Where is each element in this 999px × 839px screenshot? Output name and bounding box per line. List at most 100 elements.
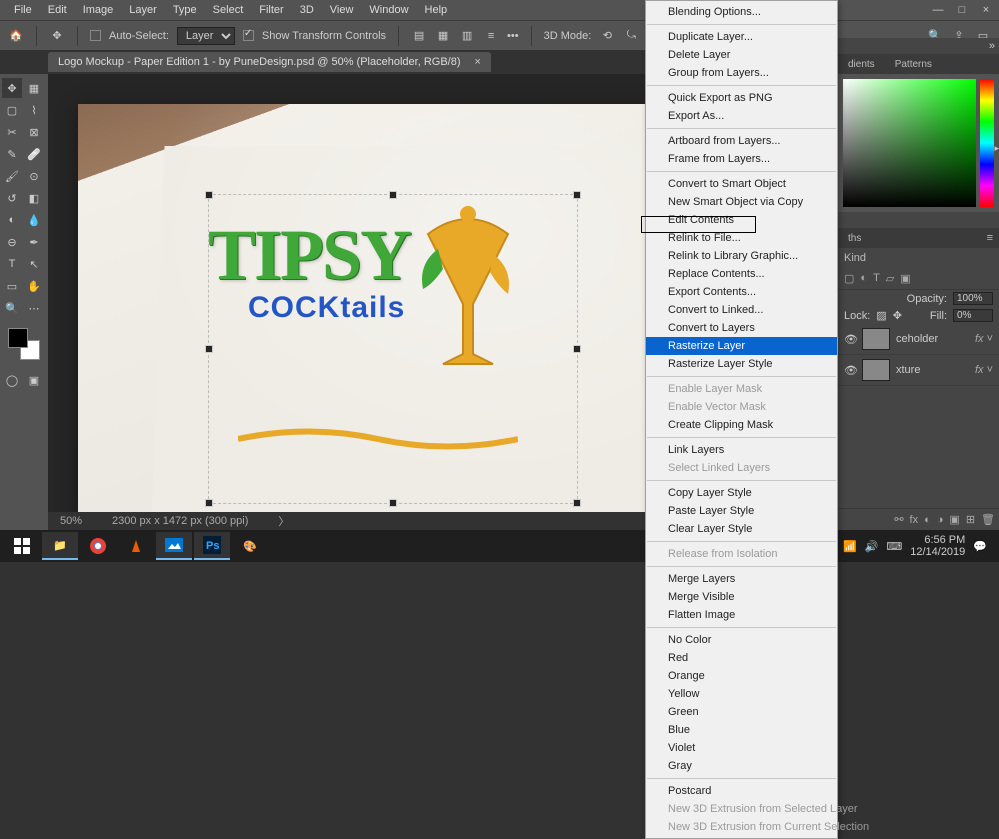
ctx-postcard[interactable]: Postcard — [646, 782, 837, 800]
ctx-blending-options[interactable]: Blending Options... — [646, 3, 837, 21]
ctx-no-color[interactable]: No Color — [646, 631, 837, 649]
layer-fx-icon[interactable]: fx ˅ — [975, 364, 993, 376]
ctx-rasterize-layer[interactable]: Rasterize Layer — [646, 337, 837, 355]
document-canvas[interactable]: TIPSY COCKtails — [78, 104, 658, 530]
menu-view[interactable]: View — [322, 2, 362, 18]
opacity-input[interactable] — [953, 292, 993, 305]
ctx-orange[interactable]: Orange — [646, 667, 837, 685]
ctx-flatten-image[interactable]: Flatten Image — [646, 606, 837, 624]
pen-tool[interactable]: ✒ — [24, 232, 44, 252]
transform-handle-tm[interactable] — [389, 191, 397, 199]
hand-tool[interactable]: ✋ — [24, 276, 44, 296]
filter-smart-icon[interactable]: ▣ — [900, 272, 910, 285]
ctx-frame-from-layers[interactable]: Frame from Layers... — [646, 150, 837, 168]
artboard-tool[interactable]: ▦ — [24, 78, 44, 98]
home-icon[interactable]: 🏠 — [8, 28, 24, 44]
new-fill-icon[interactable]: ◑ — [937, 514, 944, 526]
ctx-replace-contents[interactable]: Replace Contents... — [646, 265, 837, 283]
ctx-convert-to-layers[interactable]: Convert to Layers — [646, 319, 837, 337]
more-align-icon[interactable]: ••• — [507, 30, 519, 42]
align-right-icon[interactable]: ▥ — [459, 28, 475, 44]
file-explorer-taskbar[interactable]: 📁 — [42, 532, 78, 560]
color-field[interactable] — [843, 79, 976, 207]
layer-name[interactable]: xture — [896, 364, 920, 376]
ctx-merge-layers[interactable]: Merge Layers — [646, 570, 837, 588]
transform-handle-tr[interactable] — [573, 191, 581, 199]
foreground-color[interactable] — [8, 328, 28, 348]
history-brush-tool[interactable]: ↺ — [2, 188, 22, 208]
ctx-rasterize-layer-style[interactable]: Rasterize Layer Style — [646, 355, 837, 373]
ctx-quick-export-as-png[interactable]: Quick Export as PNG — [646, 89, 837, 107]
patterns-tab[interactable]: Patterns — [885, 56, 942, 73]
ctx-export-as[interactable]: Export As... — [646, 107, 837, 125]
3d-orbit-icon[interactable]: ⟲ — [599, 28, 615, 44]
ctx-convert-to-linked[interactable]: Convert to Linked... — [646, 301, 837, 319]
ctx-blue[interactable]: Blue — [646, 721, 837, 739]
layer-thumbnail[interactable] — [862, 359, 890, 381]
photos-taskbar[interactable] — [156, 532, 192, 560]
gradient-tool[interactable]: ◐ — [2, 210, 22, 230]
ctx-gray[interactable]: Gray — [646, 757, 837, 775]
menu-window[interactable]: Window — [361, 2, 416, 18]
ctx-copy-layer-style[interactable]: Copy Layer Style — [646, 484, 837, 502]
delete-layer-icon[interactable]: 🗑 — [981, 513, 995, 526]
ctx-create-clipping-mask[interactable]: Create Clipping Mask — [646, 416, 837, 434]
paint-taskbar[interactable]: 🎨 — [232, 532, 268, 560]
layer-row[interactable]: 👁 ceholder fx ˅ — [838, 324, 999, 355]
menu-3d[interactable]: 3D — [292, 2, 322, 18]
move-tool[interactable]: ✥ — [2, 78, 22, 98]
transform-handle-mr[interactable] — [573, 345, 581, 353]
align-left-icon[interactable]: ▤ — [411, 28, 427, 44]
filter-pixel-icon[interactable]: ▢ — [844, 272, 854, 285]
start-button[interactable] — [4, 532, 40, 560]
color-expand-icon[interactable]: ▸ — [994, 143, 999, 154]
menu-image[interactable]: Image — [75, 2, 122, 18]
ctx-duplicate-layer[interactable]: Duplicate Layer... — [646, 28, 837, 46]
color-swatch[interactable] — [8, 328, 40, 360]
layer-thumbnail[interactable] — [862, 328, 890, 350]
auto-select-checkbox[interactable] — [90, 30, 101, 41]
layer-fx-icon[interactable]: fx ˅ — [975, 333, 993, 345]
tray-language-icon[interactable]: ⌨ — [886, 540, 902, 553]
menu-type[interactable]: Type — [165, 2, 205, 18]
new-group-icon[interactable]: ▣ — [949, 513, 959, 526]
blur-tool[interactable]: 💧 — [24, 210, 44, 230]
visibility-icon[interactable]: 👁 — [844, 364, 856, 377]
layer-mask-icon[interactable]: ◐ — [924, 514, 931, 526]
marquee-tool[interactable]: ▢ — [2, 100, 22, 120]
ctx-red[interactable]: Red — [646, 649, 837, 667]
vlc-taskbar[interactable] — [118, 532, 154, 560]
link-layers-icon[interactable]: ⚯ — [894, 513, 903, 526]
panel-collapse-icon[interactable]: » — [989, 40, 995, 52]
paths-tab[interactable]: ths — [838, 230, 871, 247]
dodge-tool[interactable]: ⊖ — [2, 232, 22, 252]
ctx-relink-to-library-graphic[interactable]: Relink to Library Graphic... — [646, 247, 837, 265]
align-center-icon[interactable]: ▦ — [435, 28, 451, 44]
3d-roll-icon[interactable]: ⤿ — [623, 28, 639, 44]
eyedropper-tool[interactable]: ✎ — [2, 144, 22, 164]
tray-volume-icon[interactable]: 🔊 — [865, 540, 879, 553]
menu-edit[interactable]: Edit — [40, 2, 75, 18]
ctx-delete-layer[interactable]: Delete Layer — [646, 46, 837, 64]
chrome-taskbar[interactable] — [80, 532, 116, 560]
filter-shape-icon[interactable]: ▱ — [886, 272, 894, 285]
panel-menu-icon[interactable]: ≡ — [987, 232, 999, 244]
ctx-link-layers[interactable]: Link Layers — [646, 441, 837, 459]
lock-pixels-icon[interactable]: ▨ — [876, 309, 886, 322]
new-layer-icon[interactable]: ⊞ — [966, 513, 975, 526]
zoom-tool[interactable]: 🔍 — [2, 298, 22, 318]
ctx-clear-layer-style[interactable]: Clear Layer Style — [646, 520, 837, 538]
auto-select-dropdown[interactable]: Layer — [177, 27, 235, 45]
gradients-tab[interactable]: dients — [838, 56, 885, 73]
visibility-icon[interactable]: 👁 — [844, 333, 856, 346]
distribute-icon[interactable]: ≡ — [483, 28, 499, 44]
transform-bounding-box[interactable] — [208, 194, 578, 504]
eraser-tool[interactable]: ◧ — [24, 188, 44, 208]
menu-file[interactable]: File — [6, 2, 40, 18]
type-tool[interactable]: T — [2, 254, 22, 274]
filter-adjust-icon[interactable]: ◐ — [860, 272, 867, 285]
transform-handle-br[interactable] — [573, 499, 581, 507]
taskbar-clock[interactable]: 6:56 PM 12/14/2019 — [910, 534, 965, 558]
filter-type-icon[interactable]: T — [873, 272, 880, 285]
crop-tool[interactable]: ✂ — [2, 122, 22, 142]
